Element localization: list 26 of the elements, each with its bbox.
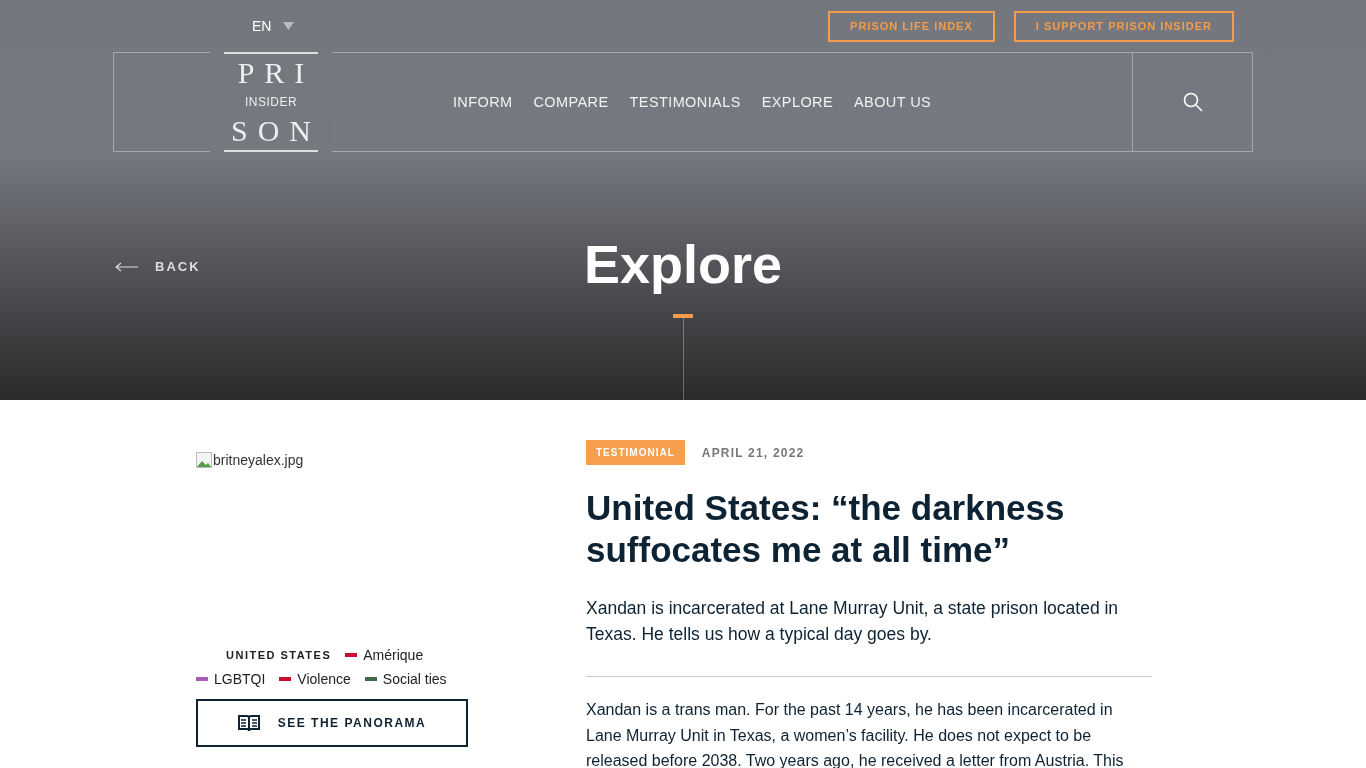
nav-link[interactable]: EXPLORE bbox=[761, 94, 833, 110]
topic-tag[interactable]: Violence bbox=[279, 671, 351, 687]
page-title: Explore bbox=[583, 234, 783, 294]
article-lead: Xandan is incarcerated at Lane Murray Unit, a state prison located in Texas. He tells us how a typical day goes by. bbox=[586, 597, 1120, 646]
topic-tag[interactable]: Social ties bbox=[364, 671, 447, 687]
logo[interactable]: PRI INSIDER SON bbox=[224, 52, 318, 152]
caret-icon bbox=[283, 22, 295, 30]
panorama-button[interactable]: SEE THE PANORAMA bbox=[196, 699, 468, 747]
topic-tag[interactable]: LGBTQI bbox=[196, 671, 266, 687]
search-icon[interactable] bbox=[1182, 92, 1203, 112]
country-label: UNITED STATES bbox=[226, 649, 332, 661]
category-badge: TESTIMONIAL bbox=[586, 440, 685, 465]
header-button[interactable]: I SUPPORT PRISON INSIDER bbox=[1013, 10, 1234, 42]
back-link[interactable]: BACK bbox=[115, 259, 201, 274]
article-title: United States: “the darkness suffocates me at all time” bbox=[586, 487, 1066, 571]
nav-link[interactable]: COMPARE bbox=[533, 94, 609, 110]
nav-link[interactable]: INFORM bbox=[452, 94, 513, 110]
language-select[interactable]: EN bbox=[252, 18, 295, 34]
nav-link[interactable]: TESTIMONIALS bbox=[629, 94, 741, 110]
arrow-left-icon bbox=[115, 261, 139, 272]
nav-link[interactable]: ABOUT US bbox=[854, 94, 932, 110]
book-icon bbox=[237, 714, 260, 732]
header-button[interactable]: PRISON LIFE INDEX bbox=[828, 10, 995, 42]
article-date: APRIL 21, 2022 bbox=[701, 445, 805, 460]
topic-tag[interactable]: Amérique bbox=[345, 647, 424, 663]
broken-image: britneyalex.jpg bbox=[196, 440, 304, 480]
